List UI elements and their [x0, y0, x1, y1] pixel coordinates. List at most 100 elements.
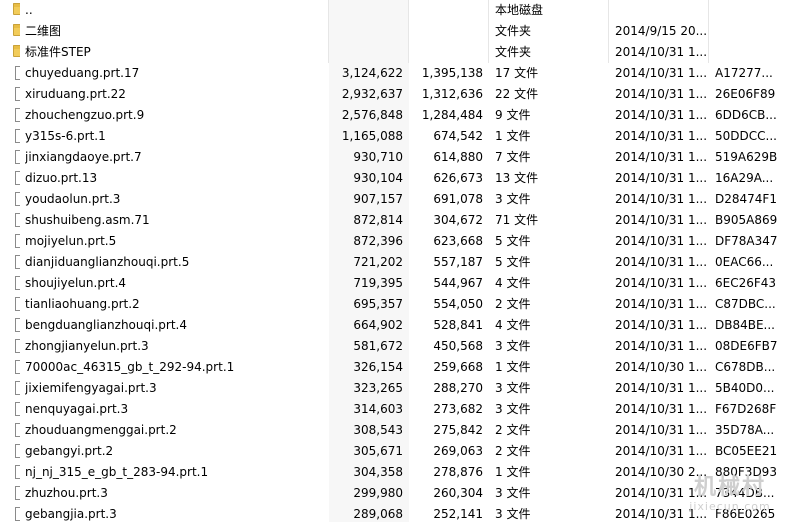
file-icon — [6, 336, 20, 357]
file-size — [329, 0, 403, 21]
file-icon — [6, 231, 20, 252]
crc-value: C87DBC... — [715, 297, 776, 311]
file-row[interactable]: chuyeduang.prt.17 3,124,622 1,395,138 17 文件… — [0, 63, 785, 84]
file-size: 872,396 — [353, 234, 403, 248]
crc-value: 35D78A... — [715, 423, 775, 437]
file-icon — [6, 105, 20, 126]
file-size: 323,265 — [353, 381, 403, 395]
folder-icon — [6, 0, 20, 21]
modified-date: 2014/10/31 1... — [615, 276, 707, 290]
file-size: 308,543 — [353, 423, 403, 437]
file-name: 70000ac_46315_gb_t_292-94.prt.1 — [25, 360, 235, 374]
file-row[interactable]: dizuo.prt.13 930,104 626,673 13 文件 2014/10/3… — [0, 168, 785, 189]
crc-value: 0EAC66... — [715, 255, 774, 269]
file-icon — [6, 126, 20, 147]
file-icon — [6, 483, 20, 504]
file-row[interactable]: gebangyi.prt.2 305,671 269,063 2 文件 2014/10/… — [0, 441, 785, 462]
file-row[interactable]: zhouchengzuo.prt.9 2,576,848 1,284,484 9 文件… — [0, 105, 785, 126]
file-type: 5 文件 — [495, 255, 531, 269]
file-size: 664,902 — [353, 318, 403, 332]
crc-value — [715, 42, 781, 63]
packed-size: 450,568 — [433, 339, 483, 353]
file-row[interactable]: jinxiangdaoye.prt.7 930,710 614,880 7 文件 201… — [0, 147, 785, 168]
packed-size: 1,312,636 — [421, 87, 483, 101]
crc-value: 5B40D0... — [715, 381, 775, 395]
file-type: 3 文件 — [495, 486, 531, 500]
file-size: 721,202 — [353, 255, 403, 269]
file-row[interactable]: 70000ac_46315_gb_t_292-94.prt.1 326,154 25… — [0, 357, 785, 378]
modified-date: 2014/10/31 1... — [615, 66, 707, 80]
crc-value: 08DE6FB7 — [715, 339, 778, 353]
file-icon — [6, 357, 20, 378]
file-size: 2,576,848 — [341, 108, 403, 122]
file-size: 3,124,622 — [341, 66, 403, 80]
file-row[interactable]: shushuibeng.asm.71 872,814 304,672 71 文件 201… — [0, 210, 785, 231]
file-size: 326,154 — [353, 360, 403, 374]
crc-value: D28474F1 — [715, 192, 777, 206]
file-name: bengduanglianzhouqi.prt.4 — [25, 318, 187, 332]
file-type: 22 文件 — [495, 87, 539, 101]
file-type: 文件夹 — [495, 24, 532, 38]
folder-row[interactable]: .. 本地磁盘 — [0, 0, 785, 21]
packed-size: 269,063 — [433, 444, 483, 458]
crc-value: 16A29A... — [715, 171, 774, 185]
crc-value: C678DB... — [715, 360, 776, 374]
file-row[interactable]: zhongjianyelun.prt.3 581,672 450,568 3 文件 20… — [0, 336, 785, 357]
folder-icon — [6, 42, 20, 63]
file-size — [329, 42, 403, 63]
modified-date — [615, 0, 707, 21]
packed-size: 1,395,138 — [421, 66, 483, 80]
file-row[interactable]: nenquyagai.prt.3 314,603 273,682 3 文件 2014/1… — [0, 399, 785, 420]
file-type: 17 文件 — [495, 66, 539, 80]
modified-date: 2014/10/31 1... — [615, 213, 707, 227]
file-type: 13 文件 — [495, 171, 539, 185]
file-icon — [6, 462, 20, 483]
crc-value: 880F3D93 — [715, 465, 777, 479]
folder-row[interactable]: 标准件STEP 文件夹 2014/10/31 1... — [0, 42, 785, 63]
file-row[interactable]: youdaolun.prt.3 907,157 691,078 3 文件 2014/10… — [0, 189, 785, 210]
file-icon — [6, 399, 20, 420]
file-row[interactable]: tianliaohuang.prt.2 695,357 554,050 2 文件 201… — [0, 294, 785, 315]
file-list[interactable]: .. 本地磁盘 二维图 文件夹 2014/9/15 20... 标准件STEP 文件夹 201… — [0, 0, 785, 525]
file-row[interactable]: zhuzhou.prt.3 299,980 260,304 3 文件 2014/10/3… — [0, 483, 785, 504]
file-row[interactable]: jixiemifengyagai.prt.3 323,265 288,270 3 文件… — [0, 378, 785, 399]
file-name: tianliaohuang.prt.2 — [25, 297, 140, 311]
file-type: 5 文件 — [495, 234, 531, 248]
file-size: 2,932,637 — [341, 87, 403, 101]
file-type: 4 文件 — [495, 276, 531, 290]
file-name: dizuo.prt.13 — [25, 171, 98, 185]
file-size: 305,671 — [353, 444, 403, 458]
file-name: zhongjianyelun.prt.3 — [25, 339, 149, 353]
file-size: 907,157 — [353, 192, 403, 206]
file-row[interactable]: shoujiyelun.prt.4 719,395 544,967 4 文件 2014/… — [0, 273, 785, 294]
file-row[interactable]: zhouduangmenggai.prt.2 308,543 275,842 2 文件… — [0, 420, 785, 441]
file-name: zhouduangmenggai.prt.2 — [25, 423, 177, 437]
crc-value — [715, 21, 781, 42]
file-name: y315s-6.prt.1 — [25, 129, 106, 143]
file-size: 304,358 — [353, 465, 403, 479]
file-size: 872,814 — [353, 213, 403, 227]
file-size: 1,165,088 — [341, 129, 403, 143]
file-row[interactable]: nj_nj_315_e_gb_t_283-94.prt.1 304,358 278,… — [0, 462, 785, 483]
packed-size: 278,876 — [433, 465, 483, 479]
file-size: 930,710 — [353, 150, 403, 164]
file-row[interactable]: xiruduang.prt.22 2,932,637 1,312,636 22 文件 2… — [0, 84, 785, 105]
file-icon — [6, 441, 20, 462]
crc-value: F67D268F — [715, 402, 777, 416]
file-row[interactable]: bengduanglianzhouqi.prt.4 664,902 528,841 4… — [0, 315, 785, 336]
crc-value: B905A869 — [715, 213, 778, 227]
file-row[interactable]: y315s-6.prt.1 1,165,088 674,542 1 文件 2014/10… — [0, 126, 785, 147]
file-icon — [6, 168, 20, 189]
crc-value: 6DD6CB... — [715, 108, 777, 122]
modified-date: 2014/10/31 1... — [615, 486, 707, 500]
file-row[interactable]: dianjiduanglianzhouqi.prt.5 721,202 557,18… — [0, 252, 785, 273]
file-icon — [6, 63, 20, 84]
folder-row[interactable]: 二维图 文件夹 2014/9/15 20... — [0, 21, 785, 42]
modified-date: 2014/10/31 1... — [615, 297, 707, 311]
file-icon — [6, 273, 20, 294]
crc-value: 50DDCC... — [715, 129, 777, 143]
modified-date: 2014/10/31 1... — [615, 45, 707, 59]
file-row[interactable]: mojiyelun.prt.5 872,396 623,668 5 文件 2014/10… — [0, 231, 785, 252]
file-type: 71 文件 — [495, 213, 539, 227]
packed-size: 557,187 — [433, 255, 483, 269]
